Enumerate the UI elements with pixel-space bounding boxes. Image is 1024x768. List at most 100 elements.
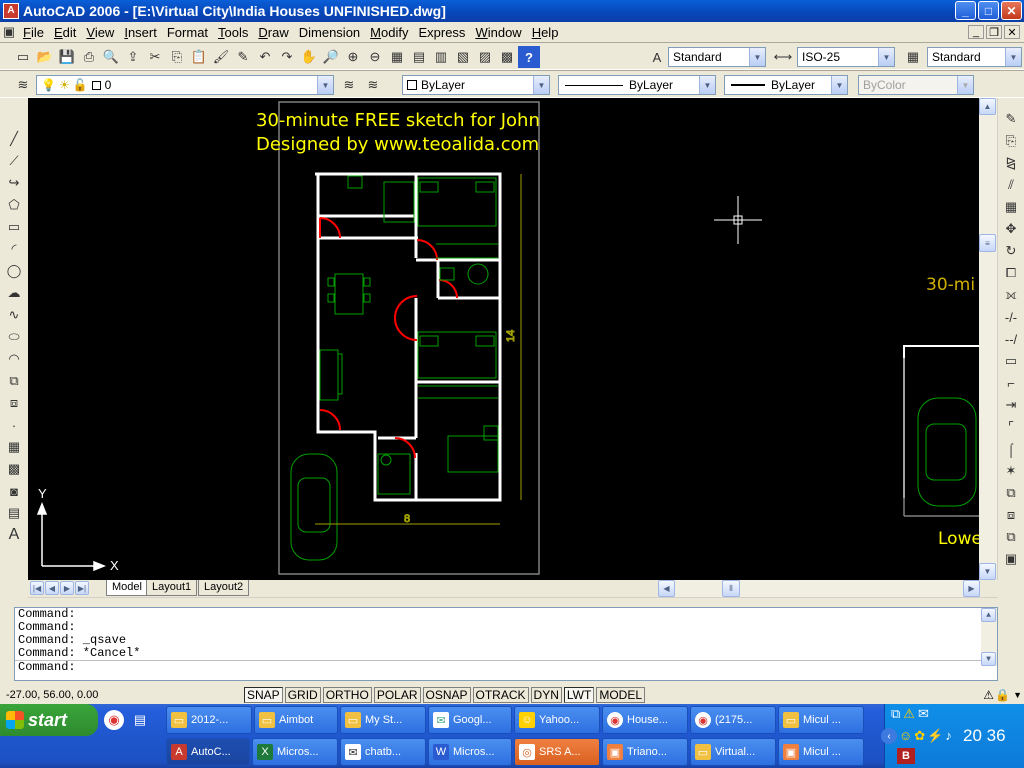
point-icon[interactable]: · bbox=[3, 414, 25, 436]
draw-order-front-icon[interactable]: ⧉ bbox=[1000, 526, 1022, 548]
circle-icon[interactable]: ◯ bbox=[3, 260, 25, 282]
drawing-area[interactable]: 30-minute FREE sketch for John Designed … bbox=[28, 98, 979, 580]
next-tab-button[interactable]: ▶ bbox=[60, 581, 74, 595]
gmail-icon[interactable]: ✉ bbox=[918, 706, 929, 722]
print-icon[interactable]: ⎙ bbox=[78, 46, 100, 68]
text-style-icon[interactable]: A bbox=[646, 46, 668, 68]
tray-network-icon[interactable]: ⚡ bbox=[927, 728, 943, 744]
text-style-combo[interactable]: Standard ▼ bbox=[668, 47, 766, 67]
hatch-icon[interactable]: ▦ bbox=[3, 436, 25, 458]
show-hidden-icons-button[interactable]: ‹ bbox=[881, 728, 897, 744]
open-icon[interactable]: 📂 bbox=[34, 46, 56, 68]
communication-center-icon[interactable]: ⚠ bbox=[983, 688, 994, 702]
layer-combo[interactable]: 💡 ☀ 🔓 0 ▼ bbox=[36, 75, 334, 95]
zoom-realtime-icon[interactable]: 🔎 bbox=[320, 46, 342, 68]
move-icon[interactable]: ✥ bbox=[1000, 218, 1022, 240]
color-combo[interactable]: ByLayer ▼ bbox=[402, 75, 550, 95]
table-style-icon[interactable]: ▦ bbox=[902, 46, 924, 68]
menu-express[interactable]: Express bbox=[413, 25, 470, 40]
horizontal-scrollbar[interactable]: ◀ ⦀ ▶ bbox=[658, 580, 980, 597]
grid-toggle[interactable]: GRID bbox=[284, 686, 321, 703]
menu-window[interactable]: Window bbox=[470, 25, 526, 40]
multiline-text-icon[interactable]: A bbox=[3, 524, 25, 546]
markup-icon[interactable]: ▨ bbox=[474, 46, 496, 68]
help-icon[interactable]: ? bbox=[518, 46, 540, 68]
preview-icon[interactable]: 🔍 bbox=[100, 46, 122, 68]
show-desktop-icon[interactable]: ▤ bbox=[130, 710, 150, 730]
make-object-layer-current-icon[interactable]: ≋ bbox=[338, 74, 360, 96]
otrack-toggle[interactable]: OTRACK bbox=[472, 686, 529, 703]
dim-style-icon[interactable]: ⟷ bbox=[772, 46, 794, 68]
scroll-down-button[interactable]: ▼ bbox=[979, 563, 996, 580]
task-folder-my-st[interactable]: ▭ My St... bbox=[340, 706, 426, 734]
tab-model[interactable]: Model bbox=[106, 580, 148, 596]
cut-icon[interactable]: ✂ bbox=[144, 46, 166, 68]
dim-style-combo[interactable]: ISO-25 ▼ bbox=[797, 47, 895, 67]
task-folder-aimbot[interactable]: ▭ Aimbot bbox=[254, 706, 338, 734]
erase-icon[interactable]: ✎ bbox=[1000, 108, 1022, 130]
menu-file[interactable]: File bbox=[18, 25, 49, 40]
task-excel[interactable]: X Micros... bbox=[252, 738, 338, 766]
dyn-toggle[interactable]: DYN bbox=[530, 686, 562, 703]
task-yahoo[interactable]: ☺ Yahoo... bbox=[514, 706, 600, 734]
document-icon[interactable]: ▣ bbox=[0, 23, 18, 41]
join-icon[interactable]: ⇥ bbox=[1000, 394, 1022, 416]
zoom-previous-icon[interactable]: ⊖ bbox=[364, 46, 386, 68]
command-window[interactable]: Command: Command: Command: _qsave Comman… bbox=[14, 607, 998, 681]
vertical-scrollbar[interactable]: ▲ ≡ ▼ bbox=[979, 98, 997, 580]
floor-plan-drawing[interactable]: 30-minute FREE sketch for John Designed … bbox=[28, 98, 979, 580]
linetype-combo[interactable]: ByLayer ▼ bbox=[558, 75, 716, 95]
save-icon[interactable]: 💾 bbox=[56, 46, 78, 68]
fillet-icon[interactable]: ⌠ bbox=[1000, 438, 1022, 460]
scroll-left-button[interactable]: ◀ bbox=[658, 580, 675, 597]
undo-icon[interactable]: ↶ bbox=[254, 46, 276, 68]
mirror-icon[interactable]: ⧎ bbox=[1000, 152, 1022, 174]
scroll-right-button[interactable]: ▶ bbox=[963, 580, 980, 597]
task-word[interactable]: W Micros... bbox=[428, 738, 512, 766]
lineweight-combo[interactable]: ByLayer ▼ bbox=[724, 75, 848, 95]
messenger-icon[interactable]: ☺ bbox=[899, 728, 912, 744]
model-toggle[interactable]: MODEL bbox=[596, 686, 646, 703]
volume-icon[interactable]: ♪ bbox=[945, 728, 952, 744]
draw-order-icon[interactable]: ⧉ bbox=[1000, 482, 1022, 504]
tray-app-icon[interactable]: ✿ bbox=[914, 728, 925, 744]
layer-previous-icon[interactable]: ≋ bbox=[362, 74, 384, 96]
menu-draw[interactable]: Draw bbox=[253, 25, 293, 40]
clock[interactable]: 20 36 bbox=[963, 726, 1006, 746]
task-srs-audio[interactable]: ◎ SRS A... bbox=[514, 738, 600, 766]
break-at-point-icon[interactable]: ▭ bbox=[1000, 350, 1022, 372]
menu-modify[interactable]: Modify bbox=[365, 25, 413, 40]
task-folder-virtual[interactable]: ▭ Virtual... bbox=[690, 738, 776, 766]
autocad-app-icon[interactable]: A bbox=[3, 3, 19, 19]
rectangle-icon[interactable]: ▭ bbox=[3, 216, 25, 238]
paste-icon[interactable]: 📋 bbox=[188, 46, 210, 68]
revision-cloud-icon[interactable]: ☁ bbox=[3, 282, 25, 304]
arc-icon[interactable]: ◜ bbox=[3, 238, 25, 260]
table-style-combo[interactable]: Standard ▼ bbox=[927, 47, 1022, 67]
layer-manager-icon[interactable]: ≋ bbox=[12, 74, 34, 96]
osnap-toggle[interactable]: OSNAP bbox=[422, 686, 471, 703]
network-icon[interactable]: ⧉ bbox=[891, 706, 900, 722]
ellipse-arc-icon[interactable]: ◠ bbox=[3, 348, 25, 370]
chrome-quicklaunch-icon[interactable]: ◉ bbox=[104, 710, 124, 730]
chamfer-icon[interactable]: ⌜ bbox=[1000, 416, 1022, 438]
start-button[interactable]: start bbox=[0, 704, 98, 736]
lwt-toggle[interactable]: LWT bbox=[563, 686, 595, 703]
explode-icon[interactable]: ✶ bbox=[1000, 460, 1022, 482]
array-icon[interactable]: ▦ bbox=[1000, 196, 1022, 218]
tab-layout1[interactable]: Layout1 bbox=[146, 580, 198, 596]
task-trianon[interactable]: ▣ Triano... bbox=[602, 738, 688, 766]
properties-icon[interactable]: ▦ bbox=[386, 46, 408, 68]
warning-icon[interactable]: ⚠ bbox=[903, 706, 915, 722]
task-autocad[interactable]: A AutoC... bbox=[166, 738, 250, 766]
rotate-icon[interactable]: ↻ bbox=[1000, 240, 1022, 262]
draw-order-back-icon[interactable]: ⧈ bbox=[1000, 504, 1022, 526]
menu-edit[interactable]: Edit bbox=[49, 25, 81, 40]
scale-icon[interactable]: ⧠ bbox=[1000, 262, 1022, 284]
snap-toggle[interactable]: SNAP bbox=[244, 686, 283, 703]
doc-restore-button[interactable]: ❐ bbox=[986, 25, 1002, 39]
design-center-icon[interactable]: ▤ bbox=[408, 46, 430, 68]
table-icon[interactable]: ▤ bbox=[3, 502, 25, 524]
lock-icon[interactable]: 🔒 bbox=[995, 688, 1010, 702]
publish-icon[interactable]: ⇪ bbox=[122, 46, 144, 68]
